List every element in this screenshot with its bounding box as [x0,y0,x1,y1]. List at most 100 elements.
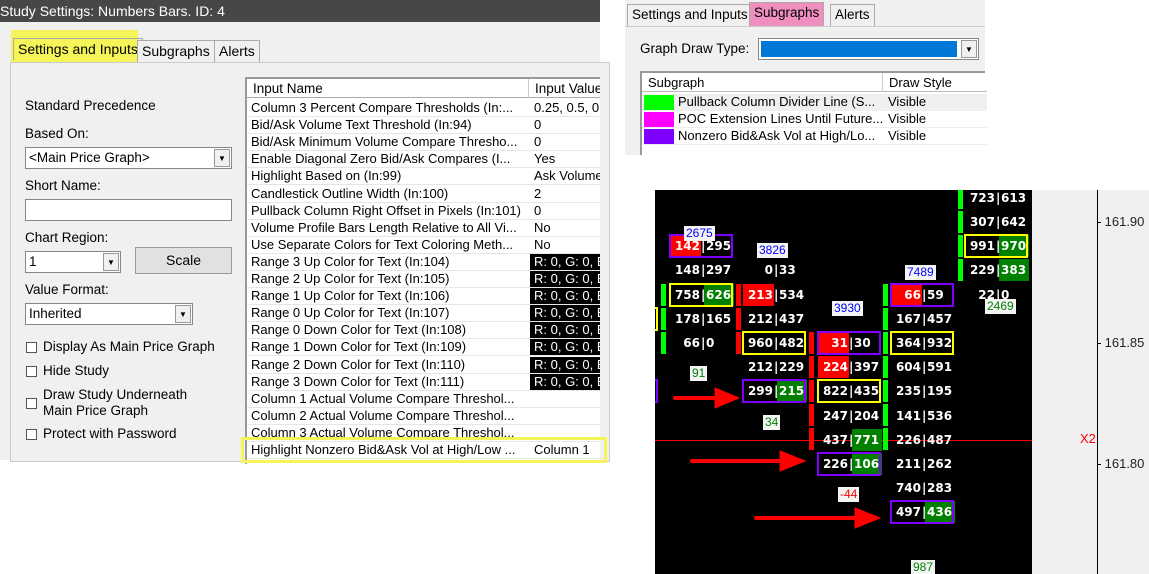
protect-password-checkbox[interactable] [26,429,37,440]
bid-volume: 604 [895,360,921,375]
input-name: Bid/Ask Minimum Volume Compare Thresho..… [251,134,518,150]
input-name: Column 3 Actual Volume Compare Threshol.… [251,424,515,440]
display-as-main-label: Display As Main Price Graph [43,339,215,354]
table-row[interactable]: Column 3 Percent Compare Thresholds (In:… [247,100,600,117]
input-value[interactable]: R: 0, G: 0, B [530,322,600,339]
hide-study-checkbox[interactable] [26,366,37,377]
color-swatch[interactable] [644,95,674,110]
table-row[interactable]: Candlestick Outline Width (In:100) 2 [247,186,600,203]
numbers-bars-chart[interactable]: 142|295148|297758|626178|16566|02675910|… [655,190,1032,574]
ask-volume: 642 [1001,215,1027,229]
based-on-select[interactable]: <Main Price Graph> ▼ [25,147,232,169]
input-value[interactable]: R: 0, G: 0, B [530,253,600,270]
ask-volume: 534 [779,287,805,302]
input-value[interactable]: R: 0, G: 0, B [530,373,600,390]
tab-settings-and-inputs[interactable]: Settings and Inputs [627,4,753,26]
table-row[interactable]: Range 2 Down Color for Text (In:110) R: 0… [247,356,600,374]
input-value[interactable]: 0 [530,134,600,150]
table-row[interactable]: Column 3 Actual Volume Compare Threshol.… [247,425,600,442]
subgraph-row[interactable]: POC Extension Lines Until Future... Visib… [642,111,987,128]
input-value[interactable]: R: 0, G: 0, B [530,305,600,322]
header-draw-style: Draw Style [882,73,952,92]
purple-highlight-box [655,379,658,404]
graph-draw-type-swatch [761,41,957,57]
pullback-divider-bar [883,331,888,354]
input-value[interactable]: R: 0, G: 0, B [530,288,600,305]
table-row[interactable]: Use Separate Colors for Text Coloring Me… [247,237,600,254]
input-value[interactable]: Ask Volume [530,168,600,184]
bid-ask-cell: 235 | 195 [891,380,955,402]
value-format-select[interactable]: Inherited ▼ [25,303,193,325]
table-row[interactable]: Range 2 Up Color for Text (In:105) R: 0, … [247,271,600,288]
input-value[interactable]: 0 [530,203,600,219]
pullback-divider-bar [661,283,666,306]
table-row[interactable]: Bid/Ask Volume Text Threshold (In:94) 0 [247,117,600,135]
tab-alerts[interactable]: Alerts [830,4,875,26]
short-name-input[interactable] [25,199,232,221]
input-value[interactable] [530,425,600,441]
bid-ask-cell: 229|383 [965,259,1029,282]
input-value[interactable]: R: 0, G: 0, B [530,356,600,373]
input-value[interactable]: R: 0, G: 0, B [530,271,600,287]
table-row[interactable]: Range 3 Up Color for Text (In:104) R: 0, … [247,253,600,271]
graph-draw-type-select[interactable]: ▼ [758,38,979,60]
color-swatch[interactable] [644,129,674,144]
table-row[interactable]: Column 1 Actual Volume Compare Threshol.… [247,391,600,408]
pullback-divider-bar [809,428,814,450]
input-value[interactable] [530,408,600,424]
input-value[interactable] [530,391,600,407]
table-row[interactable]: Highlight Nonzero Bid&Ask Vol at High/Lo… [247,442,600,459]
tab-subgraphs[interactable]: Subgraphs [137,40,215,62]
table-row[interactable]: Column 2 Actual Volume Compare Threshol.… [247,408,600,425]
input-name: Volume Profile Bars Length Relative to A… [251,219,517,235]
input-value[interactable]: No [530,220,600,236]
draw-underneath-checkbox[interactable] [26,398,37,409]
chart-region-select[interactable]: 1 ▼ [25,251,121,273]
pullback-divider-bar [661,331,666,354]
color-swatch[interactable] [644,112,674,127]
input-name: Range 2 Up Color for Text (In:105) [251,271,450,286]
pullback-divider-bar [958,210,963,233]
pullback-divider-bar [809,332,814,354]
arrow-head-icon [714,387,741,409]
bid-ask-cell: 247 | 204 [818,405,882,427]
bid-volume: 167 [895,311,921,326]
bid-ask-cell: 211 | 262 [891,453,955,475]
table-row[interactable]: Range 1 Down Color for Text (In:109) R: 0… [247,339,600,357]
table-row[interactable]: Bid/Ask Minimum Volume Compare Thresho..… [247,134,600,152]
table-row[interactable]: Range 0 Down Color for Text (In:108) R: 0… [247,322,600,340]
pullback-divider-bar [809,404,814,426]
input-value[interactable]: Yes [530,151,600,167]
ask-volume: 383 [999,259,1029,282]
tab-alerts[interactable]: Alerts [214,40,260,62]
bid-ask-cell: 178 | 165 [670,308,734,330]
pullback-divider-bar [736,283,741,306]
scale-button[interactable]: Scale [135,247,232,274]
subgraph-row[interactable]: Pullback Column Divider Line (S... Visibl… [642,94,987,111]
input-value[interactable]: No [530,237,600,253]
table-row[interactable]: Range 1 Up Color for Text (In:106) R: 0, … [247,288,600,306]
subgraph-name: Pullback Column Divider Line (S... [678,94,876,109]
input-value[interactable]: Column 1 [530,442,600,458]
tab-settings-and-inputs[interactable]: Settings and Inputs [13,38,143,60]
bid-ask-cell: 148 | 297 [670,259,734,281]
bid-volume: 211 [895,457,921,471]
table-row[interactable]: Range 3 Down Color for Text (In:111) R: 0… [247,373,600,391]
table-row[interactable]: Enable Diagonal Zero Bid/Ask Compares (I… [247,151,600,169]
table-row[interactable]: Pullback Column Right Offset in Pixels (… [247,203,600,220]
input-name: Range 2 Down Color for Text (In:110) [251,356,466,372]
bid-ask-cell: 226 | 487 [891,429,955,451]
input-value[interactable]: 0.25, 0.5, 0.75 [530,100,600,116]
volume-label: 2675 [684,226,715,242]
input-value[interactable]: 0 [530,117,600,133]
input-value[interactable]: R: 0, G: 0, B [530,339,600,356]
table-row[interactable]: Highlight Based on (In:99) Ask Volume [247,168,600,186]
tab-subgraphs[interactable]: Subgraphs [749,2,825,26]
table-row[interactable]: Range 0 Up Color for Text (In:107) R: 0, … [247,305,600,323]
subgraph-row[interactable]: Nonzero Bid&Ask Vol at High/Lo... Visible [642,128,987,145]
bid-ask-cell: 213 | 534 [743,283,807,306]
table-row[interactable]: Volume Profile Bars Length Relative to A… [247,220,600,237]
input-value[interactable]: 2 [530,186,600,202]
yellow-highlight-box [742,331,806,355]
display-as-main-checkbox[interactable] [26,342,37,353]
